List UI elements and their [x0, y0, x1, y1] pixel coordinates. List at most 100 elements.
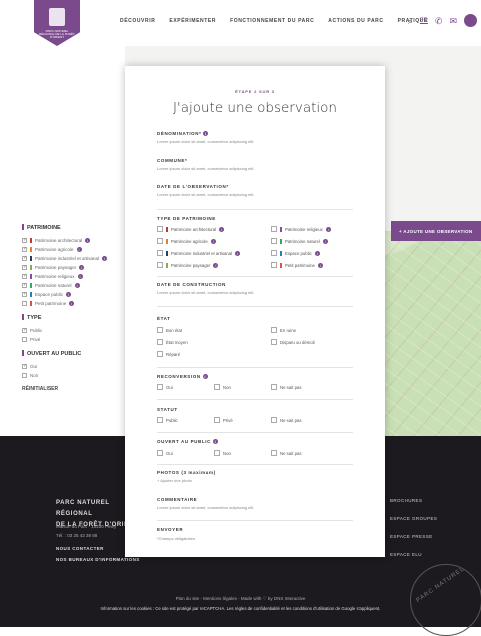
checkbox[interactable] — [214, 450, 220, 456]
info-icon[interactable]: i — [79, 265, 85, 270]
date-observation-input[interactable]: Lorem ipsum dolor sit amet, consectetur … — [157, 192, 357, 197]
info-icon[interactable]: i — [85, 238, 91, 243]
info-icon[interactable]: i — [76, 247, 82, 252]
checkbox[interactable] — [22, 246, 27, 252]
commune-field[interactable]: COMMUNE* Lorem ipsum dolor sit amet, con… — [157, 158, 357, 171]
phone-icon[interactable]: ✆ — [435, 15, 443, 27]
checkbox[interactable] — [22, 264, 27, 270]
info-icon[interactable]: i — [219, 226, 225, 232]
checkbox[interactable] — [22, 255, 27, 261]
checkbox[interactable] — [157, 226, 163, 232]
date-observation-field[interactable]: DATE DE L'OBSERVATION* Lorem ipsum dolor… — [157, 184, 357, 197]
info-icon[interactable]: i — [325, 226, 331, 232]
checkbox[interactable] — [157, 351, 163, 357]
ouvert-option[interactable]: Oui — [157, 450, 173, 456]
info-icon[interactable]: i — [314, 250, 320, 256]
etat-option[interactable]: Bon état — [157, 327, 182, 333]
checkbox[interactable] — [271, 250, 277, 256]
date-construction-field[interactable]: DATE DE CONSTRUCTION Lorem ipsum dolor s… — [157, 282, 357, 295]
etat-option[interactable]: État moyen — [157, 339, 188, 345]
etat-option[interactable]: En ruine — [271, 327, 296, 333]
info-icon[interactable]: i — [202, 374, 208, 379]
checkbox[interactable] — [157, 339, 163, 345]
info-icon[interactable]: i — [210, 238, 216, 244]
ouvert-option[interactable]: Non — [214, 450, 231, 456]
info-icon[interactable]: i — [317, 262, 323, 268]
info-icon[interactable]: i — [74, 283, 80, 288]
checkbox[interactable] — [271, 226, 277, 232]
nav-item-decouvrir[interactable]: DÉCOUVRIR — [120, 18, 155, 24]
checkbox[interactable] — [22, 363, 27, 369]
checkbox[interactable] — [157, 327, 163, 333]
ouvert-option[interactable]: Ne sait pas — [271, 450, 302, 456]
checkbox[interactable] — [157, 417, 163, 423]
checkbox[interactable] — [271, 384, 277, 390]
filter-checkbox-item[interactable]: Privé — [22, 335, 122, 344]
add-observation-button[interactable]: + AJOUTE UNE OBSERVATION — [391, 221, 481, 241]
envoyer-button[interactable]: ENVOYER — [157, 527, 357, 532]
info-icon[interactable]: i — [213, 262, 219, 268]
etat-option[interactable]: Réparé — [157, 351, 180, 357]
checkbox[interactable] — [271, 417, 277, 423]
filter-checkbox-item[interactable]: Patrimoine natureli — [22, 281, 122, 290]
commentaire-input[interactable]: Lorem ipsum dolor sit amet, consectetur … — [157, 505, 357, 510]
footer-phone[interactable]: Tél. : 03 25 43 38 88 — [56, 533, 97, 538]
checkbox[interactable] — [271, 450, 277, 456]
type-patrimoine-option[interactable]: Patrimoine paysager i — [157, 262, 219, 268]
mail-icon[interactable]: ✉ — [449, 15, 457, 27]
commune-input[interactable]: Lorem ipsum dolor sit amet, consectetur … — [157, 166, 357, 171]
denomination-field[interactable]: DÉNOMINATION* i Lorem ipsum dolor sit ame… — [157, 131, 357, 144]
checkbox[interactable] — [214, 417, 220, 423]
info-icon[interactable]: i — [212, 439, 218, 444]
type-patrimoine-option[interactable]: Patrimoine architectural i — [157, 226, 225, 232]
checkbox[interactable] — [157, 250, 163, 256]
filter-checkbox-item[interactable]: Espace publici — [22, 290, 122, 299]
footer-link-elu[interactable]: ESPACE ELU — [390, 552, 422, 557]
checkbox[interactable] — [157, 450, 163, 456]
info-icon[interactable]: i — [69, 301, 75, 306]
info-icon[interactable]: i — [77, 274, 83, 279]
type-patrimoine-option[interactable]: Patrimoine religieux i — [271, 226, 331, 232]
filter-checkbox-item[interactable]: Patrimoine religieuxi — [22, 272, 122, 281]
checkbox[interactable] — [22, 301, 27, 306]
reconversion-option[interactable]: Non — [214, 384, 231, 390]
reconversion-option[interactable]: Ne sait pas — [271, 384, 302, 390]
checkbox[interactable] — [22, 373, 27, 378]
footer-bureaux-link[interactable]: NOS BUREAUX D'INFORMATIONS — [56, 557, 140, 562]
info-icon[interactable]: i — [203, 131, 209, 136]
filter-checkbox-item[interactable]: Patrimoine paysageri — [22, 263, 122, 272]
statut-option[interactable]: Public — [157, 417, 178, 423]
date-construction-input[interactable]: Lorem ipsum dolor sit amet, consectetur … — [157, 290, 357, 295]
checkbox[interactable] — [271, 327, 277, 333]
footer-link-groupes[interactable]: ESPACE GROUPES — [390, 516, 437, 521]
search-icon[interactable]: ⌕ — [408, 15, 413, 27]
checkbox[interactable] — [22, 291, 27, 297]
user-icon[interactable] — [464, 14, 477, 27]
checkbox[interactable] — [157, 262, 163, 268]
checkbox[interactable] — [22, 273, 27, 279]
language-selector[interactable]: FR — [420, 15, 428, 27]
denomination-input[interactable]: Lorem ipsum dolor sit amet, consectetur … — [157, 139, 357, 144]
info-icon[interactable]: i — [102, 256, 108, 261]
reconversion-option[interactable]: Oui — [157, 384, 173, 390]
footer-link-brochures[interactable]: BROCHURES — [390, 498, 422, 503]
filter-checkbox-item[interactable]: Public — [22, 326, 122, 335]
commentaire-field[interactable]: COMMENTAIRE Lorem ipsum dolor sit amet, … — [157, 497, 357, 510]
filter-checkbox-item[interactable]: Oui — [22, 362, 122, 371]
checkbox[interactable] — [271, 262, 277, 268]
statut-option[interactable]: Ne sait pas — [271, 417, 302, 423]
filter-checkbox-item[interactable]: Patrimoine agricolei — [22, 245, 122, 254]
type-patrimoine-option[interactable]: Petit patrimoine i — [271, 262, 323, 268]
checkbox[interactable] — [22, 237, 27, 243]
type-patrimoine-option[interactable]: Patrimoine industriel et artisanal i — [157, 250, 241, 256]
footer-contact-link[interactable]: NOUS CONTACTER — [56, 546, 104, 551]
filter-checkbox-item[interactable]: Non — [22, 371, 122, 380]
nav-item-actions[interactable]: ACTIONS DU PARC — [328, 18, 383, 24]
type-patrimoine-option[interactable]: Espace public i — [271, 250, 320, 256]
info-icon[interactable]: i — [66, 292, 72, 297]
filter-checkbox-item[interactable]: Petit patrimoine i — [22, 299, 122, 308]
footer-link-presse[interactable]: ESPACE PRESSE — [390, 534, 433, 539]
info-icon[interactable]: i — [322, 238, 328, 244]
footer-legal[interactable]: Plan du site - Mentions légales - Made w… — [0, 596, 481, 602]
filter-checkbox-item[interactable]: Patrimoine industriel et artisanali — [22, 254, 122, 263]
